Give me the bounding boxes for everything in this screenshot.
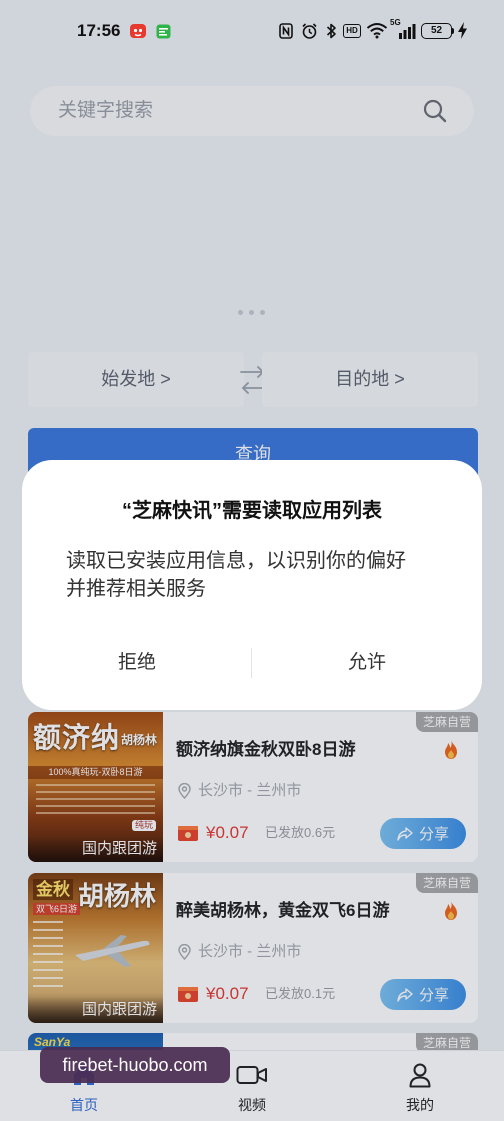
app-notification-icon (129, 22, 147, 40)
bluetooth-icon (326, 22, 337, 40)
deny-button[interactable]: 拒绝 (22, 640, 252, 686)
hd-icon: HD (343, 24, 361, 38)
dialog-message: 读取已安装应用信息，以识别你的偏好 (66, 550, 406, 572)
dialog-title: “芝麻快讯”需要读取应用列表 (122, 500, 382, 522)
status-bar: 17:56 HD 5G 52 (0, 0, 504, 60)
permission-dialog: “芝麻快讯”需要读取应用列表 读取已安装应用信息，以识别你的偏好 并推荐相关服务… (22, 460, 482, 710)
alarm-icon (301, 22, 318, 40)
wifi-icon (366, 22, 388, 39)
signal-icon (399, 24, 416, 39)
watermark: firebet-huobo.com (40, 1047, 230, 1083)
battery-icon: 52 (421, 23, 452, 39)
allow-button[interactable]: 允许 (252, 640, 482, 686)
dialog-message: 并推荐相关服务 (66, 578, 206, 600)
charging-icon (458, 22, 467, 39)
nfc-icon (279, 23, 293, 39)
message-icon (156, 24, 171, 39)
battery-nub (452, 28, 454, 34)
status-time: 17:56 (77, 21, 121, 40)
